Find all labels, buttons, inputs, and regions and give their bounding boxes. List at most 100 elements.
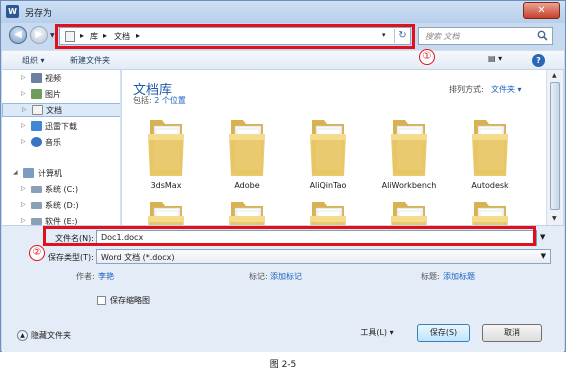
folder-item[interactable]: Autodesk <box>462 114 518 198</box>
expand-arrow-icon[interactable]: ▷ <box>21 201 26 208</box>
window-title: 另存为 <box>25 9 53 19</box>
collapse-arrow-icon[interactable]: ◢ <box>13 169 18 176</box>
search-input[interactable]: 搜索 文档 <box>418 27 553 45</box>
folder-icon <box>391 120 427 176</box>
expand-arrow-icon[interactable]: ▷ <box>21 217 26 224</box>
save-thumbnail-checkbox[interactable] <box>97 296 106 305</box>
help-icon[interactable]: ? <box>532 54 545 67</box>
save-type-value: Word 文档 (*.docx) <box>101 253 175 262</box>
download-icon <box>31 121 42 131</box>
add-tags-link[interactable]: 添加标记 <box>270 271 302 282</box>
save-button[interactable]: 保存(S) <box>417 324 470 342</box>
word-app-icon: W <box>6 5 19 18</box>
save-type-label: 保存类型(T): <box>48 253 94 262</box>
recent-locations-dropdown[interactable]: ▼ <box>50 32 55 39</box>
expand-arrow-icon[interactable]: ▷ <box>21 74 26 81</box>
folder-item[interactable]: AliWorkbench <box>381 114 437 198</box>
nav-item-label: 迅雷下载 <box>45 122 77 131</box>
close-button[interactable]: ✕ <box>523 2 560 19</box>
folder-name: 3dsMax <box>150 181 182 190</box>
filename-highlight-box <box>43 226 536 246</box>
nav-item-thunder-downloads[interactable]: ▷ 迅雷下载 <box>2 120 120 134</box>
folder-name: AliWorkbench <box>381 181 437 190</box>
folder-name: Adobe <box>234 181 260 190</box>
hide-folders-label: 隐藏文件夹 <box>31 331 71 340</box>
cancel-button[interactable]: 取消 <box>482 324 542 342</box>
add-title-link[interactable]: 添加标题 <box>443 271 475 282</box>
title-label: 标题: <box>421 272 440 281</box>
nav-item-documents[interactable]: ▷ 文档 <box>2 103 120 117</box>
annotation-marker-1: ① <box>419 49 435 65</box>
folder-item[interactable] <box>300 196 356 225</box>
pictures-icon <box>31 89 42 99</box>
nav-item-videos[interactable]: ▷ 视频 <box>2 72 120 86</box>
hide-folders-toggle[interactable]: ▲ 隐藏文件夹 <box>17 330 71 341</box>
scroll-down-arrow-icon[interactable]: ▼ <box>552 215 557 222</box>
expand-arrow-icon[interactable]: ▷ <box>21 90 26 97</box>
folder-item[interactable]: 3dsMax <box>138 114 194 198</box>
drive-icon <box>31 218 42 225</box>
folder-name: AliQinTao <box>309 181 347 190</box>
drive-icon <box>31 202 42 209</box>
organize-button[interactable]: 组织 ▾ <box>22 55 45 66</box>
includes-label: 包括: <box>133 96 152 105</box>
expand-arrow-icon[interactable]: ▷ <box>21 122 26 129</box>
save-as-dialog: W 另存为 ✕ ◀ ▶ ▼ ▸ 库 ▸ 文档 ▸ ▾ ↻ 搜索 文档 组织 ▾ … <box>0 0 566 352</box>
folder-icon <box>310 202 346 225</box>
nav-item-drive-c[interactable]: ▷ 系统 (C:) <box>2 183 120 197</box>
expand-arrow-icon[interactable]: ▷ <box>21 185 26 192</box>
search-placeholder: 搜索 文档 <box>425 32 460 41</box>
folder-name: Autodesk <box>471 181 509 190</box>
locations-link[interactable]: 2 个位置 <box>154 96 186 105</box>
folder-icon <box>148 120 184 176</box>
folder-item[interactable] <box>462 196 518 225</box>
back-button[interactable]: ◀ <box>9 26 27 44</box>
save-thumbnail-label: 保存缩略图 <box>110 296 150 305</box>
nav-item-music[interactable]: ▷ 音乐 <box>2 136 120 150</box>
folder-item[interactable]: Adobe <box>219 114 275 198</box>
computer-icon <box>23 168 34 178</box>
library-includes: 包括: 2 个位置 <box>133 95 186 106</box>
filename-dropdown-icon[interactable]: ▼ <box>540 233 545 241</box>
nav-item-computer[interactable]: ◢ 计算机 <box>2 167 120 181</box>
nav-item-label: 软件 (E:) <box>45 217 78 225</box>
videos-icon <box>31 73 42 83</box>
file-list-pane: 文档库 包括: 2 个位置 排列方式: 文件夹 ▾ 3dsMax Adobe Ali… <box>122 70 546 225</box>
expand-arrow-icon[interactable]: ▷ <box>21 138 26 145</box>
folder-icon <box>229 202 265 225</box>
nav-item-label: 音乐 <box>45 138 61 147</box>
music-icon <box>31 137 42 147</box>
folder-item[interactable] <box>138 196 194 225</box>
nav-item-label: 文档 <box>46 106 62 115</box>
folder-icon <box>472 202 508 225</box>
folder-item[interactable] <box>381 196 437 225</box>
vertical-scrollbar[interactable]: ▲ ▼ <box>546 70 563 225</box>
author-label: 作者: <box>76 272 95 281</box>
title-bar: W 另存为 ✕ <box>1 1 565 23</box>
folder-item[interactable]: AliQinTao <box>300 114 356 198</box>
drive-icon <box>31 186 42 193</box>
save-type-select[interactable]: Word 文档 (*.docx) ▼ <box>96 249 551 264</box>
expand-arrow-icon[interactable]: ▷ <box>22 106 27 113</box>
nav-item-drive-e[interactable]: ▷ 软件 (E:) <box>2 215 120 225</box>
documents-icon <box>32 105 43 115</box>
folder-icon <box>472 120 508 176</box>
folder-icon <box>229 120 265 176</box>
search-icon <box>537 30 548 41</box>
forward-button[interactable]: ▶ <box>30 26 48 44</box>
tools-button[interactable]: 工具(L) ▾ <box>347 324 407 342</box>
nav-item-drive-d[interactable]: ▷ 系统 (D:) <box>2 199 120 213</box>
new-folder-button[interactable]: 新建文件夹 <box>70 55 110 66</box>
folder-icon <box>148 202 184 225</box>
author-value[interactable]: 李艳 <box>98 271 114 282</box>
chevron-down-icon: ▼ <box>540 252 546 260</box>
navigation-pane: ▷ 视频 ▷ 图片 ▷ 文档 ▷ 迅雷下载 ▷ 音乐 ◢ 计算机 ▷ 系统 (C… <box>2 70 121 225</box>
scroll-up-arrow-icon[interactable]: ▲ <box>552 72 557 79</box>
nav-item-label: 系统 (D:) <box>45 201 79 210</box>
view-options-button[interactable]: ▤ ▾ <box>488 54 512 67</box>
nav-item-pictures[interactable]: ▷ 图片 <box>2 88 120 102</box>
scrollbar-thumb[interactable] <box>550 82 560 210</box>
nav-item-label: 计算机 <box>38 169 62 178</box>
folder-item[interactable] <box>219 196 275 225</box>
arrange-by-dropdown[interactable]: 文件夹 ▾ <box>491 84 522 95</box>
